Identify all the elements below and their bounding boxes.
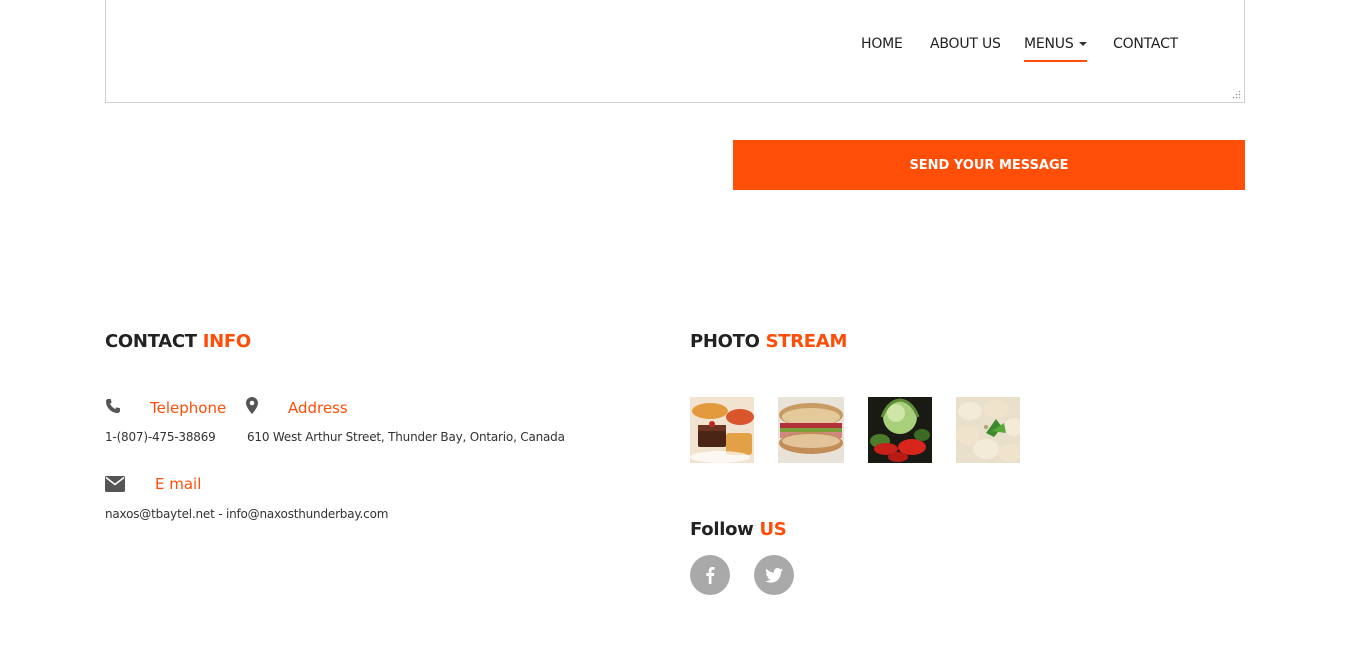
contact-info-heading: CONTACT INFO xyxy=(105,331,251,352)
contact-heading-accent: INFO xyxy=(202,331,251,352)
resize-grip-icon[interactable] xyxy=(1232,90,1241,99)
photo-stream-heading: PHOTO STREAM xyxy=(690,331,847,352)
nav-about-us[interactable]: ABOUT US xyxy=(930,36,1001,52)
nav-home-label: HOME xyxy=(861,36,903,52)
follow-heading-accent: US xyxy=(759,519,787,540)
follow-us-heading: Follow US xyxy=(690,519,787,540)
facebook-icon xyxy=(706,567,715,584)
photo-thumb-dessert[interactable] xyxy=(690,397,754,463)
photo-thumb-sandwich[interactable] xyxy=(778,397,844,463)
envelope-icon xyxy=(105,476,125,492)
photo-thumb-vegetables[interactable] xyxy=(868,397,932,463)
nav-menus[interactable]: MENUS xyxy=(1024,36,1087,62)
twitter-icon xyxy=(765,567,783,583)
nav-about-label: ABOUT US xyxy=(930,36,1001,52)
photo-heading-main: PHOTO xyxy=(690,331,760,352)
email-label: E mail xyxy=(155,475,202,493)
sandwich-photo xyxy=(778,397,844,463)
photo-thumb-dumplings[interactable] xyxy=(956,397,1020,463)
facebook-button[interactable] xyxy=(690,555,730,595)
contact-heading-main: CONTACT xyxy=(105,331,197,352)
caret-down-icon xyxy=(1078,42,1087,46)
follow-heading-main: Follow xyxy=(690,519,754,540)
address-label: Address xyxy=(288,399,348,417)
dessert-photo xyxy=(690,397,754,463)
phone-icon xyxy=(106,399,120,413)
telephone-value: 1-(807)-475-38869 xyxy=(105,430,216,444)
nav-home[interactable]: HOME xyxy=(861,36,903,52)
vegetables-photo xyxy=(868,397,932,463)
photo-heading-accent: STREAM xyxy=(765,331,848,352)
twitter-button[interactable] xyxy=(754,555,794,595)
nav-contact[interactable]: CONTACT xyxy=(1113,36,1178,52)
send-message-button[interactable]: SEND YOUR MESSAGE xyxy=(733,140,1245,190)
nav-menus-label: MENUS xyxy=(1024,36,1074,52)
dumplings-photo xyxy=(956,397,1020,463)
send-message-label: SEND YOUR MESSAGE xyxy=(909,157,1069,173)
telephone-label: Telephone xyxy=(150,399,227,417)
address-value: 610 West Arthur Street, Thunder Bay, Ont… xyxy=(247,430,565,444)
email-value: naxos@tbaytel.net - info@naxosthunderbay… xyxy=(105,507,389,521)
nav-contact-label: CONTACT xyxy=(1113,36,1178,52)
map-marker-icon xyxy=(246,397,258,414)
